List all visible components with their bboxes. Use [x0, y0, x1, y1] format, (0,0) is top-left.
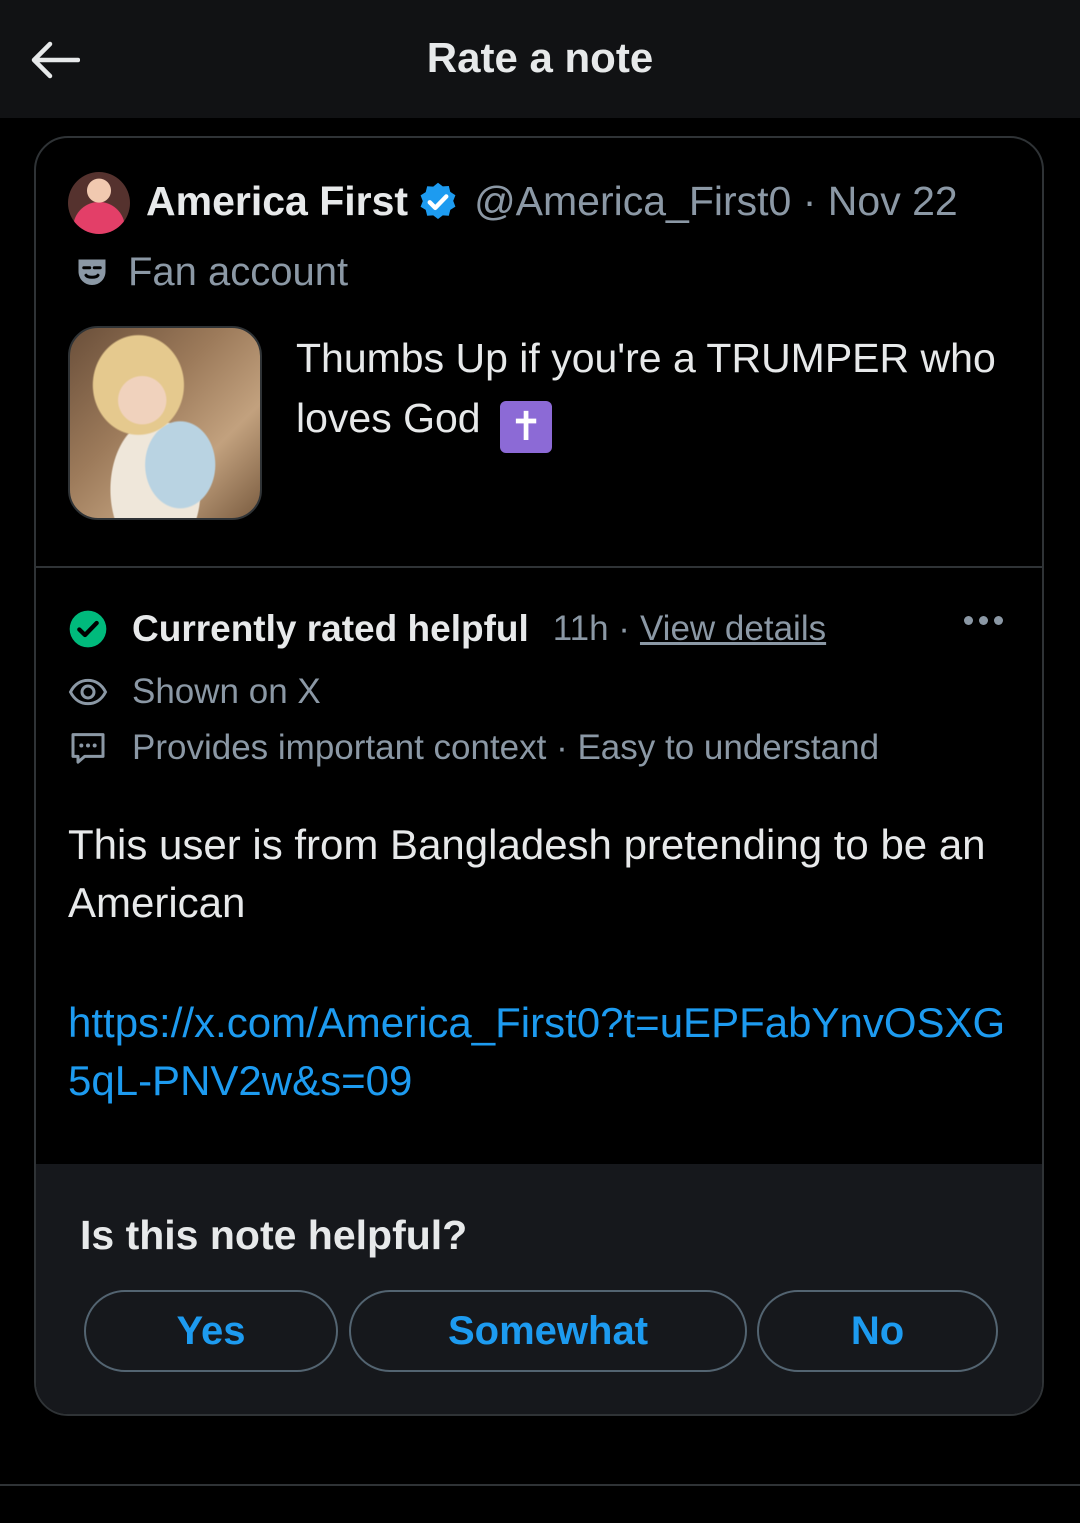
- rating-question: Is this note helpful?: [80, 1212, 468, 1258]
- shown-on-row: Shown on X: [68, 672, 321, 712]
- author-row: America First @America_First0 · Nov 22: [146, 178, 958, 225]
- comment-dots-icon: [71, 733, 105, 764]
- author-handle-date: @America_First0 · Nov 22: [474, 178, 958, 224]
- top-bar: Rate a note: [0, 0, 1080, 118]
- note-tags-text: Provides important context · Easy to und…: [132, 728, 880, 767]
- post-image[interactable]: [68, 326, 262, 520]
- eye-icon: [68, 678, 108, 706]
- somewhat-button[interactable]: Somewhat: [349, 1290, 747, 1372]
- rating-section: Is this note helpful? Yes Somewhat No: [36, 1164, 1042, 1414]
- fan-account-label: Fan account: [74, 250, 348, 295]
- post-text-content: Thumbs Up if you're a TRUMPER who loves …: [296, 335, 996, 441]
- note-tags-row: Provides important context · Easy to und…: [68, 728, 879, 768]
- view-details-link[interactable]: View details: [640, 609, 826, 649]
- divider: [36, 566, 1042, 568]
- note-status-label: Currently rated helpful: [132, 608, 529, 649]
- latin-cross-emoji-icon: ✝: [500, 401, 553, 453]
- check-circle-icon: [68, 609, 108, 649]
- post-text: Thumbs Up if you're a TRUMPER who loves …: [296, 328, 996, 453]
- theater-mask-icon: [78, 259, 106, 285]
- note-time: 11h ·: [552, 609, 630, 648]
- bottom-divider: [0, 1484, 1080, 1486]
- verified-badge-icon: [416, 180, 460, 224]
- note-body: This user is from Bangladesh pretending …: [68, 821, 986, 926]
- no-button[interactable]: No: [757, 1290, 998, 1372]
- shown-on-text: Shown on X: [132, 672, 321, 711]
- note-status-row: Currently rated helpful 11h · View detai…: [68, 608, 1018, 650]
- note-source-link[interactable]: https://x.com/America_First0?t=uEPFabYnv…: [68, 994, 1018, 1110]
- avatar[interactable]: [68, 172, 130, 234]
- fan-account-text: Fan account: [128, 250, 349, 294]
- page-title: Rate a note: [426, 34, 654, 81]
- note-card: America First @America_First0 · Nov 22 F…: [34, 136, 1044, 1416]
- more-options-icon[interactable]: [964, 616, 1003, 625]
- yes-button[interactable]: Yes: [84, 1290, 338, 1372]
- author-name[interactable]: America First: [146, 178, 408, 225]
